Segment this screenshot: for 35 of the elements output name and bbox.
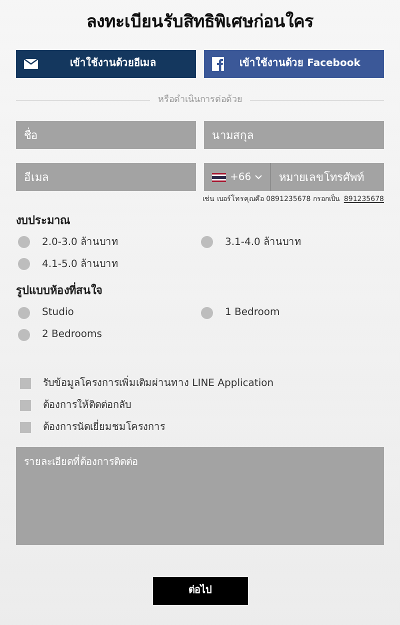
login-button[interactable]: เข้าใช้งานด้วย Facebook [204,50,384,78]
radio-button[interactable] [201,306,213,318]
page-title: ลงทะเบียนรับสิทธิพิเศษก่อนใคร [86,10,314,34]
radio-button[interactable] [18,236,30,248]
facebook-icon [212,56,224,70]
group-label: งบประมาณ [16,212,71,228]
radio-label: 4.1-5.0 ล้านบาท [42,258,119,272]
envelope-icon [24,58,38,68]
radio-button[interactable] [201,236,213,248]
details-field[interactable]: รายละเอียดที่ต้องการติดต่อ [16,446,384,544]
login-button[interactable]: เข้าใช้งานด้วยอีเมล [16,50,196,78]
radio-label: 1 Bedroom [225,306,280,320]
radio-button[interactable] [18,258,30,270]
radio-label: 3.1-4.0 ล้านบาท [225,236,302,250]
chevron-down-icon [255,174,262,180]
checkbox-label: ต้องการให้ติดต่อกลับ [43,398,131,412]
flag-icon [212,172,226,182]
checkbox[interactable] [20,400,31,410]
radio-label: 2.0-3.0 ล้านบาท [42,236,119,250]
text-field[interactable]: นามสกุล [204,121,384,149]
radio-button[interactable] [18,306,30,318]
text-field[interactable]: ชื่อ [16,121,196,149]
radio-button[interactable] [18,328,30,340]
text-field[interactable]: อีเมล [16,163,196,191]
country-code: +66 [230,170,252,184]
next-button[interactable]: ต่อไป [152,576,248,604]
checkbox[interactable] [20,422,31,432]
radio-label: 2 Bedrooms [42,328,102,342]
radio-label: Studio [42,306,74,320]
group-label: รูปแบบห้องที่สนใจ [16,283,103,300]
phone-number-field[interactable]: หมายเลขโทรศัพท์ [271,163,384,191]
checkbox[interactable] [20,378,31,388]
checkbox-label: ต้องการนัดเยี่ยมชมโครงการ [43,420,165,434]
checkbox-label: รับข้อมูลโครงการเพิ่มเติมผ่านทาง LINE Application [43,376,274,390]
divider-text: หรือดำเนินการต่อด้วย [158,94,242,106]
